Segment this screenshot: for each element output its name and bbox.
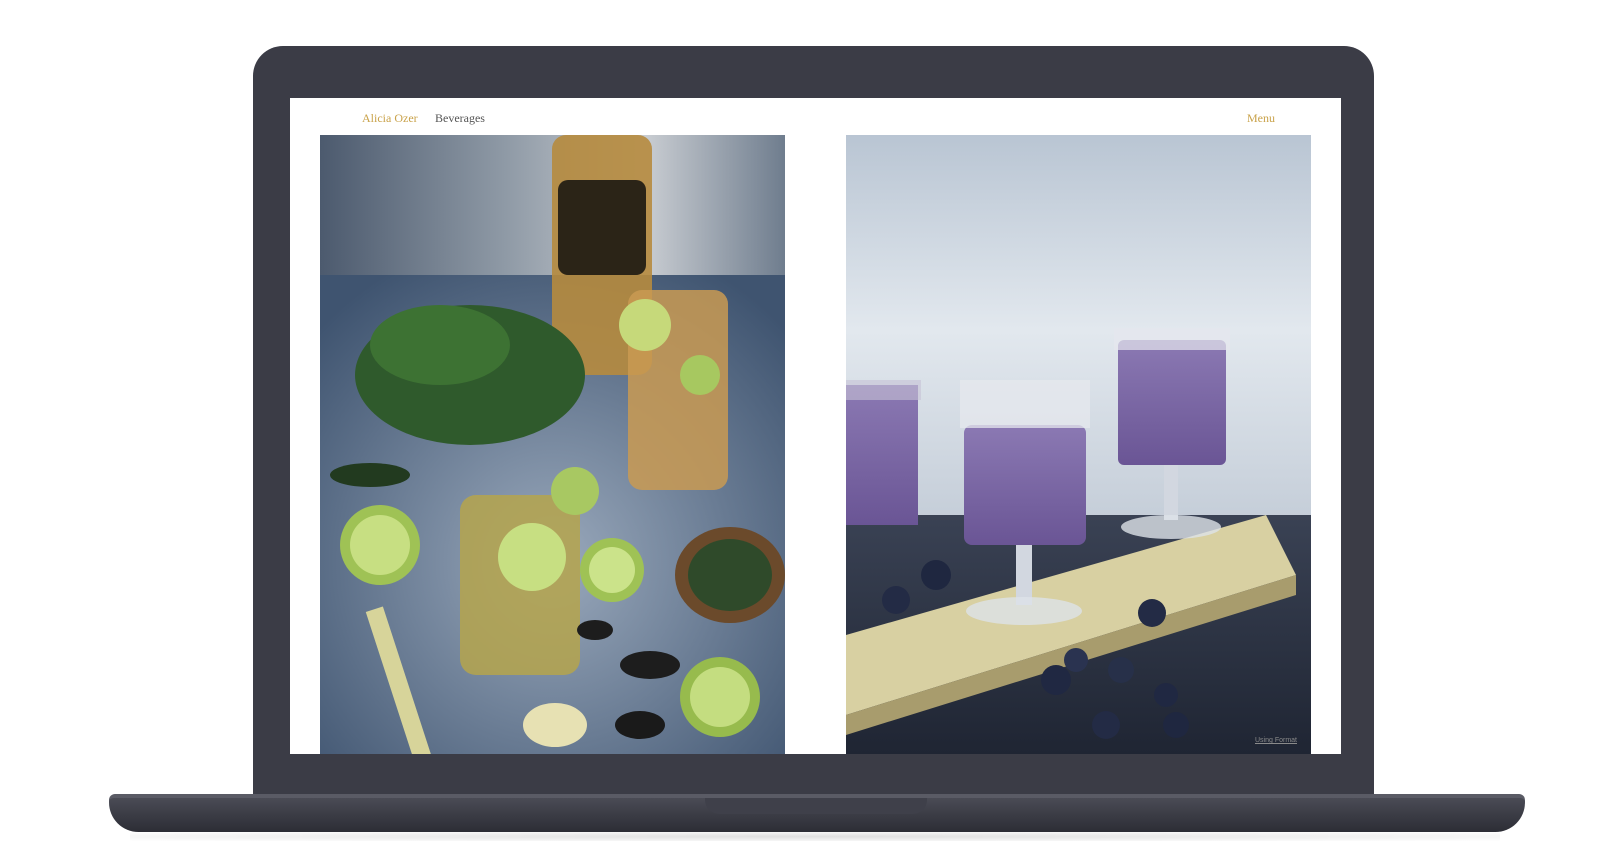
- photo-mojito[interactable]: [320, 135, 785, 754]
- brand-link[interactable]: Alicia Ozer: [362, 111, 418, 126]
- mojito-image: [320, 135, 785, 754]
- credit-link[interactable]: Using Format: [1255, 737, 1297, 744]
- laptop-shadow: [130, 832, 1500, 841]
- photo-smoothie[interactable]: Using Format: [846, 135, 1311, 754]
- smoothie-image: [846, 135, 1311, 754]
- screen: Alicia Ozer Beverages Menu Using Format: [290, 98, 1341, 754]
- top-nav: Alicia Ozer Beverages Menu: [290, 98, 1341, 136]
- nav-link-beverages[interactable]: Beverages: [435, 111, 485, 126]
- laptop-notch: [705, 798, 927, 814]
- menu-button[interactable]: Menu: [1247, 111, 1275, 126]
